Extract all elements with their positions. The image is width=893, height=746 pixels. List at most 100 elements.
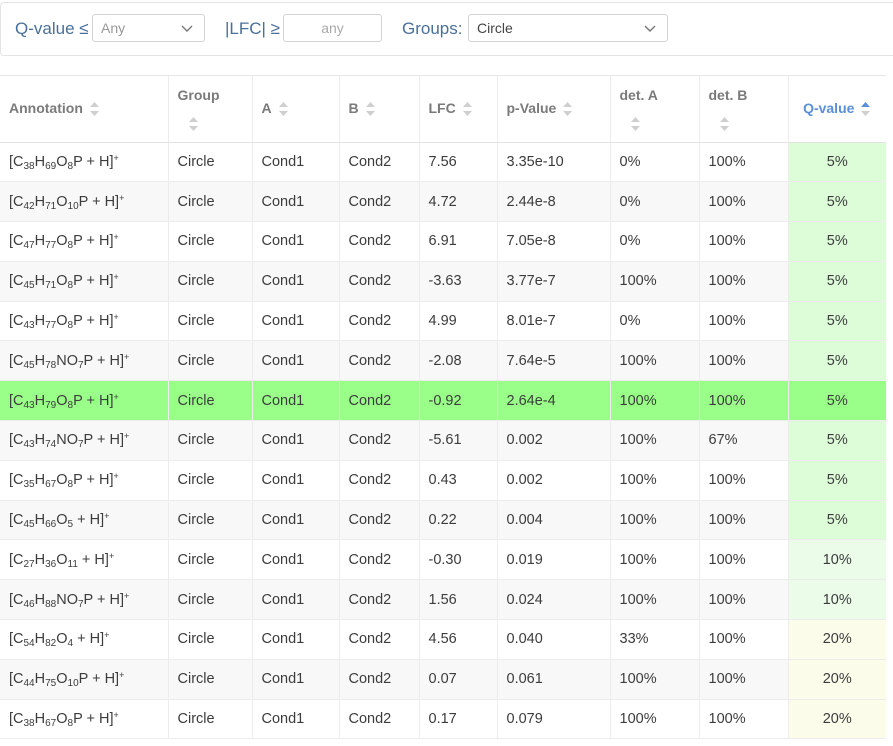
- cell-group: Circle: [168, 261, 253, 302]
- groups-filter-select[interactable]: Circle: [468, 14, 668, 42]
- results-table: Annotation Group A B LFC p-Value det. A …: [0, 76, 886, 740]
- cell-group: Circle: [168, 142, 253, 183]
- table-row[interactable]: [C38H69O8P + H]+ Circle Cond1 Cond2 7.56 3.35…: [0, 142, 886, 183]
- cell-p-value: 3.35e-10: [497, 142, 611, 183]
- cell-det-a: 100%: [610, 579, 700, 621]
- cell-p-value: 2.44e-8: [497, 181, 611, 223]
- table-row[interactable]: [C45H66O5 + H]+ Circle Cond1 Cond2 0.22 0.004…: [0, 500, 886, 541]
- cell-det-a: 0%: [610, 301, 700, 342]
- column-header-q-value[interactable]: Q-value: [788, 76, 886, 143]
- cell-q-value: 5%: [788, 420, 886, 461]
- results-table-container: Annotation Group A B LFC p-Value det. A …: [0, 75, 886, 740]
- table-header-row: Annotation Group A B LFC p-Value det. A …: [0, 76, 886, 143]
- cell-p-value: 0.004: [497, 500, 611, 541]
- cell-annotation: [C45H66O5 + H]+: [0, 500, 169, 541]
- sort-icon: [563, 102, 573, 117]
- column-header-group[interactable]: Group: [168, 76, 253, 143]
- cell-a: Cond1: [252, 500, 340, 541]
- cell-b: Cond2: [339, 539, 420, 581]
- table-row[interactable]: [C43H79O8P + H]+ Circle Cond1 Cond2 -0.92 2.6…: [0, 380, 886, 422]
- cell-group: Circle: [168, 340, 253, 382]
- table-row[interactable]: [C44H75O10P + H]+ Circle Cond1 Cond2 0.07 0.0…: [0, 659, 886, 700]
- cell-det-b: 100%: [699, 659, 789, 700]
- cell-a: Cond1: [252, 340, 340, 382]
- cell-a: Cond1: [252, 380, 340, 422]
- cell-b: Cond2: [339, 301, 420, 342]
- column-header-b[interactable]: B: [339, 76, 420, 143]
- table-body: [C38H69O8P + H]+ Circle Cond1 Cond2 7.56 3.35…: [0, 142, 886, 740]
- cell-a: Cond1: [252, 142, 340, 183]
- qvalue-filter-select[interactable]: Any: [92, 14, 205, 42]
- cell-group: Circle: [168, 699, 253, 740]
- cell-a: Cond1: [252, 619, 340, 660]
- cell-b: Cond2: [339, 221, 420, 262]
- cell-p-value: 8.01e-7: [497, 301, 611, 342]
- sort-icon: [719, 117, 729, 131]
- cell-annotation: [C44H75O10P + H]+: [0, 659, 169, 700]
- cell-annotation: [C38H67O8P + H]+: [0, 699, 169, 740]
- cell-det-b: 100%: [699, 460, 789, 501]
- cell-annotation: [C45H78NO7P + H]+: [0, 340, 169, 382]
- cell-group: Circle: [168, 420, 253, 461]
- cell-det-b: 100%: [699, 142, 789, 183]
- column-header-annotation[interactable]: Annotation: [0, 76, 169, 143]
- table-row[interactable]: [C43H74NO7P + H]+ Circle Cond1 Cond2 -5.61 0.…: [0, 420, 886, 461]
- cell-det-b: 100%: [699, 699, 789, 740]
- table-row[interactable]: [C54H82O4 + H]+ Circle Cond1 Cond2 4.56 0.040…: [0, 619, 886, 660]
- table-row[interactable]: [C47H77O8P + H]+ Circle Cond1 Cond2 6.91 7.05…: [0, 221, 886, 262]
- cell-annotation: [C43H74NO7P + H]+: [0, 420, 169, 461]
- table-row[interactable]: [C46H88NO7P + H]+ Circle Cond1 Cond2 1.56 0.0…: [0, 579, 886, 621]
- chevron-down-icon: [644, 25, 656, 32]
- cell-lfc: 6.91: [419, 221, 498, 262]
- cell-lfc: -0.30: [419, 539, 498, 581]
- filter-bar: Q-value ≤ Any |LFC| ≥ Groups: Circle: [0, 2, 893, 56]
- column-header-a[interactable]: A: [252, 76, 340, 143]
- column-header-det-b[interactable]: det. B: [699, 76, 789, 143]
- cell-q-value: 10%: [788, 579, 886, 621]
- cell-det-b: 100%: [699, 539, 789, 581]
- cell-p-value: 0.002: [497, 460, 611, 501]
- table-row[interactable]: [C45H71O8P + H]+ Circle Cond1 Cond2 -3.63 3.7…: [0, 261, 886, 302]
- table-row[interactable]: [C43H77O8P + H]+ Circle Cond1 Cond2 4.99 8.01…: [0, 301, 886, 342]
- cell-b: Cond2: [339, 659, 420, 700]
- column-header-lfc[interactable]: LFC: [419, 76, 498, 143]
- table-row[interactable]: [C42H71O10P + H]+ Circle Cond1 Cond2 4.72 2.4…: [0, 181, 886, 223]
- cell-q-value: 5%: [788, 181, 886, 223]
- sort-icon: [630, 117, 640, 131]
- cell-a: Cond1: [252, 181, 340, 223]
- cell-q-value: 5%: [788, 221, 886, 262]
- column-header-p-value[interactable]: p-Value: [497, 76, 611, 143]
- cell-det-b: 100%: [699, 500, 789, 541]
- cell-b: Cond2: [339, 500, 420, 541]
- sort-icon: [89, 102, 99, 117]
- cell-lfc: 4.72: [419, 181, 498, 223]
- cell-det-a: 0%: [610, 181, 700, 223]
- sort-icon: [188, 117, 198, 131]
- cell-p-value: 0.002: [497, 420, 611, 461]
- table-row[interactable]: [C45H78NO7P + H]+ Circle Cond1 Cond2 -2.08 7.…: [0, 340, 886, 382]
- lfc-filter-input[interactable]: [283, 14, 382, 42]
- cell-annotation: [C47H77O8P + H]+: [0, 221, 169, 262]
- cell-lfc: -3.63: [419, 261, 498, 302]
- cell-q-value: 5%: [788, 340, 886, 382]
- cell-annotation: [C42H71O10P + H]+: [0, 181, 169, 223]
- cell-lfc: 0.07: [419, 659, 498, 700]
- table-row[interactable]: [C38H67O8P + H]+ Circle Cond1 Cond2 0.17 0.07…: [0, 699, 886, 740]
- cell-det-b: 100%: [699, 261, 789, 302]
- cell-annotation: [C35H67O8P + H]+: [0, 460, 169, 501]
- column-header-det-a[interactable]: det. A: [610, 76, 700, 143]
- cell-b: Cond2: [339, 340, 420, 382]
- cell-a: Cond1: [252, 539, 340, 581]
- cell-a: Cond1: [252, 221, 340, 262]
- cell-a: Cond1: [252, 699, 340, 740]
- table-row[interactable]: [C27H36O11 + H]+ Circle Cond1 Cond2 -0.30 0.0…: [0, 539, 886, 581]
- cell-lfc: 4.56: [419, 619, 498, 660]
- table-row[interactable]: [C35H67O8P + H]+ Circle Cond1 Cond2 0.43 0.00…: [0, 460, 886, 501]
- cell-annotation: [C38H69O8P + H]+: [0, 142, 169, 183]
- cell-group: Circle: [168, 221, 253, 262]
- sort-ascending-icon: [861, 102, 871, 117]
- cell-det-a: 0%: [610, 142, 700, 183]
- cell-det-a: 100%: [610, 340, 700, 382]
- cell-det-b: 100%: [699, 579, 789, 621]
- cell-q-value: 5%: [788, 500, 886, 541]
